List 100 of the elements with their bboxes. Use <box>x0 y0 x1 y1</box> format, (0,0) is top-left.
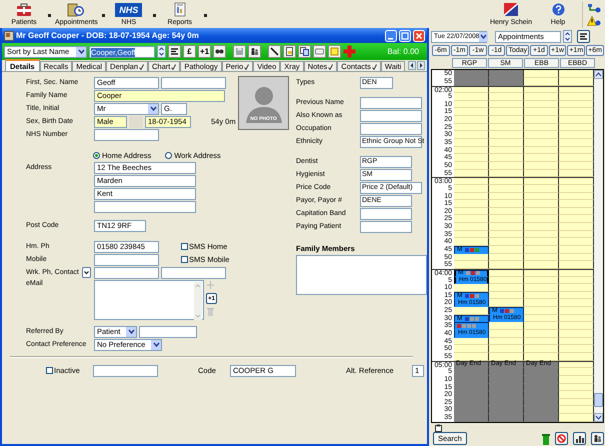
minimize-icon[interactable] <box>385 30 397 42</box>
maximize-icon[interactable] <box>399 30 411 42</box>
time-slot[interactable] <box>559 307 594 315</box>
time-slot[interactable] <box>489 178 524 185</box>
time-slot[interactable] <box>559 86 594 94</box>
time-slot[interactable] <box>524 299 559 308</box>
toolbar-button[interactable] <box>168 45 181 58</box>
input-field[interactable] <box>360 122 422 134</box>
input-field[interactable] <box>94 201 196 213</box>
time-slot[interactable] <box>559 93 594 101</box>
toolbar-button[interactable]: £ <box>183 45 196 58</box>
time-slot[interactable] <box>454 86 489 94</box>
time-slot[interactable] <box>559 362 594 368</box>
time-slot[interactable] <box>524 238 559 246</box>
time-slot[interactable] <box>524 246 559 254</box>
warning-icon[interactable] <box>587 16 601 26</box>
time-slot[interactable] <box>524 70 559 78</box>
time-slot[interactable] <box>489 108 524 116</box>
toolbar-button[interactable] <box>555 432 568 446</box>
time-slot[interactable] <box>454 116 489 124</box>
time-slot[interactable] <box>489 345 524 353</box>
time-slot[interactable] <box>524 154 559 162</box>
time-slot[interactable] <box>559 299 594 308</box>
time-slot[interactable] <box>559 345 594 353</box>
toolbar-button[interactable] <box>213 45 226 58</box>
time-slot[interactable] <box>489 131 524 140</box>
time-slot[interactable] <box>524 307 559 315</box>
input-field[interactable] <box>161 266 226 278</box>
spinner-icon[interactable] <box>563 30 572 44</box>
input-field[interactable] <box>94 266 159 278</box>
time-slot[interactable] <box>559 178 594 185</box>
time-slot[interactable] <box>524 200 559 208</box>
time-slot[interactable] <box>559 154 594 162</box>
input-field[interactable] <box>139 326 197 338</box>
time-slot[interactable] <box>524 108 559 116</box>
time-slot[interactable] <box>454 108 489 116</box>
time-slot[interactable] <box>454 154 489 162</box>
time-slot[interactable] <box>559 116 594 124</box>
time-slot[interactable] <box>454 93 489 101</box>
time-slot[interactable] <box>454 139 489 147</box>
scrollbar[interactable] <box>594 70 603 422</box>
network-icon[interactable] <box>587 3 601 13</box>
time-slot[interactable] <box>559 414 594 422</box>
time-slot[interactable] <box>524 131 559 140</box>
toolbar-button[interactable] <box>298 45 311 58</box>
input-field[interactable] <box>93 364 158 376</box>
time-slot[interactable] <box>524 322 559 330</box>
time-slot[interactable] <box>454 223 489 231</box>
scroll-thumb-icon[interactable] <box>594 393 603 408</box>
time-slot[interactable] <box>454 131 489 140</box>
toolbar-button[interactable] <box>268 45 281 58</box>
toolbar-button[interactable] <box>283 45 296 58</box>
time-slot[interactable] <box>489 238 524 246</box>
time-slot[interactable] <box>559 139 594 147</box>
time-slot[interactable] <box>454 261 489 269</box>
time-slot[interactable] <box>454 215 489 224</box>
time-slot[interactable] <box>559 270 594 277</box>
scroll-left-icon[interactable] <box>408 61 416 70</box>
time-slot[interactable] <box>489 246 524 254</box>
time-slot[interactable] <box>524 178 559 185</box>
time-slot[interactable] <box>489 299 524 308</box>
time-slot[interactable] <box>489 330 524 338</box>
time-slot[interactable] <box>489 139 524 147</box>
time-slot[interactable] <box>559 131 594 140</box>
time-slot[interactable] <box>489 215 524 224</box>
time-slot[interactable] <box>524 215 559 224</box>
input-field[interactable] <box>94 128 159 140</box>
time-slot[interactable] <box>454 345 489 353</box>
email-field[interactable] <box>94 280 204 320</box>
toolbar-button[interactable]: +1 <box>198 45 211 58</box>
time-slot[interactable] <box>454 284 489 292</box>
time-slot[interactable] <box>489 223 524 231</box>
time-slot[interactable] <box>559 261 594 269</box>
time-slot[interactable] <box>559 238 594 246</box>
input-field[interactable] <box>360 110 422 122</box>
toolbar-button[interactable] <box>248 45 261 58</box>
input-field[interactable] <box>360 96 422 108</box>
time-slot[interactable] <box>489 261 524 269</box>
appointment[interactable] <box>454 322 489 330</box>
time-slot[interactable] <box>559 108 594 116</box>
time-slot[interactable] <box>524 270 559 277</box>
time-slot[interactable] <box>524 223 559 231</box>
time-slot[interactable] <box>559 246 594 254</box>
time-slot[interactable] <box>559 284 594 292</box>
time-slot[interactable] <box>524 284 559 292</box>
time-slot[interactable] <box>524 345 559 353</box>
time-slot[interactable] <box>524 261 559 269</box>
time-slot[interactable] <box>489 270 524 277</box>
input-field[interactable] <box>360 220 412 232</box>
clipboard-icon[interactable] <box>435 424 442 432</box>
input-field[interactable] <box>161 76 226 88</box>
scroll-up-icon[interactable] <box>594 70 603 80</box>
toolbar-button[interactable] <box>573 432 586 446</box>
toolbar-button[interactable] <box>577 30 590 44</box>
time-slot[interactable] <box>559 200 594 208</box>
time-slot[interactable] <box>524 139 559 147</box>
time-slot[interactable] <box>559 322 594 330</box>
time-slot[interactable] <box>559 70 594 78</box>
time-slot[interactable] <box>559 330 594 338</box>
time-slot[interactable] <box>489 93 524 101</box>
